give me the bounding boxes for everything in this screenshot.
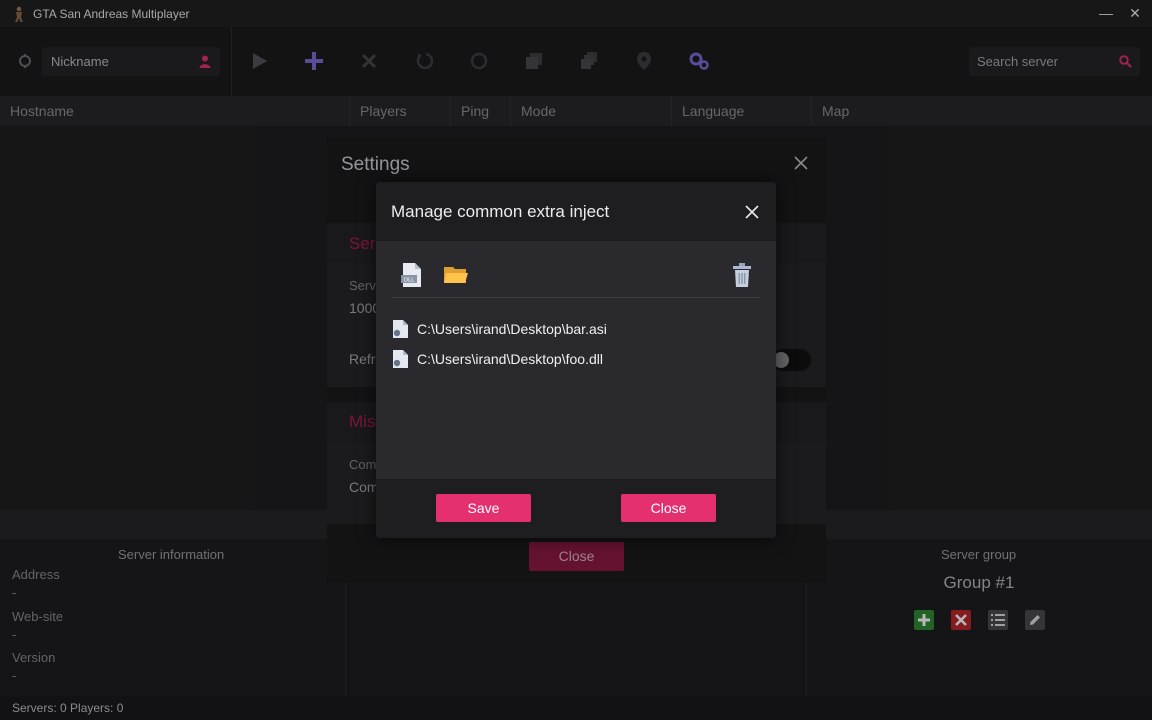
list-item[interactable]: C:\Users\irand\Desktop\bar.asi	[392, 318, 607, 340]
dialog-title: Manage common extra inject	[391, 202, 610, 221]
trash-icon[interactable]	[733, 263, 751, 287]
list-item[interactable]: C:\Users\irand\Desktop\foo.dll	[392, 348, 603, 370]
file-icon	[393, 320, 408, 338]
save-button[interactable]: Save	[436, 494, 531, 522]
dialog-toolbar: DLL	[392, 241, 760, 298]
open-folder-icon[interactable]	[444, 265, 468, 285]
dialog-header: Manage common extra inject	[376, 182, 776, 241]
file-path: C:\Users\irand\Desktop\bar.asi	[417, 321, 607, 337]
manage-inject-dialog: Manage common extra inject DLL C:\Users\…	[376, 182, 776, 538]
file-path: C:\Users\irand\Desktop\foo.dll	[417, 351, 603, 367]
close-button[interactable]: Close	[621, 494, 716, 522]
add-dll-icon[interactable]: DLL	[401, 263, 421, 287]
close-icon[interactable]	[743, 203, 761, 221]
dialog-footer: Save Close	[376, 479, 776, 538]
svg-text:DLL: DLL	[404, 278, 415, 284]
file-icon	[393, 350, 408, 368]
